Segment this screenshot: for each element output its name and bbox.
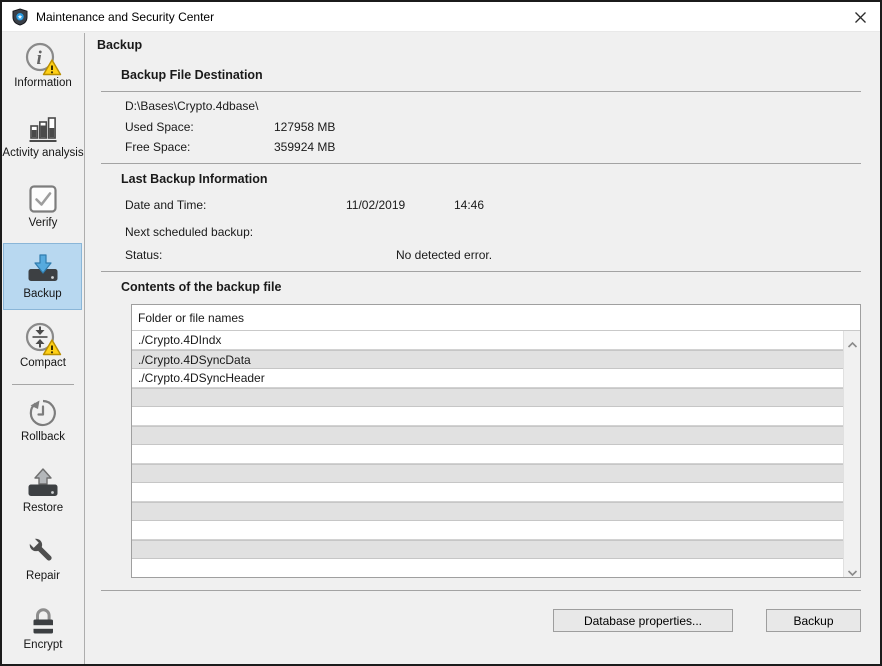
- sidebar-item-label: Rollback: [21, 431, 65, 444]
- sidebar-item-restore[interactable]: Restore: [2, 466, 84, 515]
- list-row[interactable]: [132, 502, 843, 521]
- sidebar-item-information[interactable]: i Information: [2, 41, 84, 90]
- sidebar-item-compact[interactable]: Compact: [2, 321, 84, 370]
- footer-separator: [101, 590, 861, 591]
- close-icon[interactable]: [849, 7, 871, 27]
- list-row[interactable]: [132, 426, 843, 445]
- destination-path: D:\Bases\Crypto.4dbase\: [125, 99, 258, 113]
- sidebar-item-label: Backup: [23, 288, 61, 301]
- sidebar-item-verify[interactable]: Verify: [2, 181, 84, 230]
- repair-icon: [26, 534, 60, 570]
- used-space-value: 127958 MB: [274, 120, 335, 134]
- maintenance-security-center-window: Maintenance and Security Center i Inform…: [0, 0, 882, 666]
- sidebar-item-label: Repair: [26, 570, 60, 583]
- list-row[interactable]: [132, 559, 843, 578]
- backup-contents-list: Folder or file names ./Crypto.4DIndx./Cr…: [131, 304, 861, 578]
- title-bar: Maintenance and Security Center: [2, 2, 880, 32]
- backup-icon: [25, 252, 61, 288]
- svg-text:i: i: [37, 48, 43, 69]
- sidebar-item-label: Activity analysis: [2, 147, 83, 160]
- used-space-label: Used Space:: [125, 120, 194, 134]
- date-time-label: Date and Time:: [125, 198, 206, 212]
- window-title: Maintenance and Security Center: [36, 10, 214, 24]
- list-row[interactable]: [132, 483, 843, 502]
- page-title: Backup: [97, 38, 142, 52]
- status-value: No detected error.: [396, 248, 492, 262]
- sidebar-item-rollback[interactable]: Rollback: [2, 395, 84, 444]
- list-row[interactable]: ./Crypto.4DSyncHeader: [132, 369, 843, 388]
- sidebar-item-activity-analysis[interactable]: Activity analysis: [2, 111, 84, 160]
- list-row[interactable]: [132, 464, 843, 483]
- sidebar: i Information Activ: [2, 33, 85, 664]
- sidebar-item-label: Encrypt: [24, 639, 63, 652]
- list-row[interactable]: [132, 521, 843, 540]
- destination-heading: Backup File Destination: [121, 68, 263, 82]
- sidebar-item-label: Information: [14, 77, 72, 90]
- date-value: 11/02/2019: [346, 198, 405, 212]
- list-row[interactable]: [132, 540, 843, 559]
- time-value: 14:46: [454, 198, 484, 212]
- rollback-icon: [26, 395, 60, 431]
- section-separator: [101, 163, 861, 164]
- status-label: Status:: [125, 248, 162, 262]
- sidebar-item-label: Verify: [29, 217, 58, 230]
- scroll-down-icon[interactable]: [847, 564, 858, 572]
- sidebar-item-repair[interactable]: Repair: [2, 534, 84, 583]
- list-row[interactable]: [132, 388, 843, 407]
- backup-page: Backup Backup File Destination D:\Bases\…: [86, 33, 880, 664]
- sidebar-item-backup[interactable]: Backup: [3, 243, 82, 310]
- free-space-value: 359924 MB: [274, 140, 335, 154]
- verify-icon: [26, 181, 60, 217]
- list-row[interactable]: ./Crypto.4DSyncData: [132, 350, 843, 369]
- contents-heading: Contents of the backup file: [121, 280, 281, 294]
- list-row[interactable]: ./Crypto.4DIndx: [132, 331, 843, 350]
- compact-icon: [24, 321, 62, 357]
- section-separator: [101, 271, 861, 272]
- backup-button[interactable]: Backup: [766, 609, 861, 632]
- sidebar-item-encrypt[interactable]: Encrypt: [2, 603, 84, 652]
- list-row[interactable]: [132, 407, 843, 426]
- encrypt-icon: [26, 603, 60, 639]
- section-separator: [101, 91, 861, 92]
- sidebar-item-label: Compact: [20, 357, 66, 370]
- shield-icon: [11, 8, 29, 26]
- list-column-header: Folder or file names: [132, 305, 860, 331]
- database-properties-button[interactable]: Database properties...: [553, 609, 733, 632]
- vertical-scrollbar[interactable]: [843, 331, 860, 577]
- information-icon: i: [24, 41, 62, 77]
- activity-analysis-icon: [26, 111, 60, 147]
- last-backup-heading: Last Backup Information: [121, 172, 268, 186]
- backup-contents-list-rows: ./Crypto.4DIndx./Crypto.4DSyncData./Cryp…: [132, 331, 843, 577]
- sidebar-divider: [12, 384, 74, 385]
- restore-icon: [25, 466, 61, 502]
- list-row[interactable]: [132, 445, 843, 464]
- next-backup-label: Next scheduled backup:: [125, 225, 253, 239]
- scroll-up-icon[interactable]: [847, 336, 858, 344]
- free-space-label: Free Space:: [125, 140, 190, 154]
- sidebar-item-label: Restore: [23, 502, 63, 515]
